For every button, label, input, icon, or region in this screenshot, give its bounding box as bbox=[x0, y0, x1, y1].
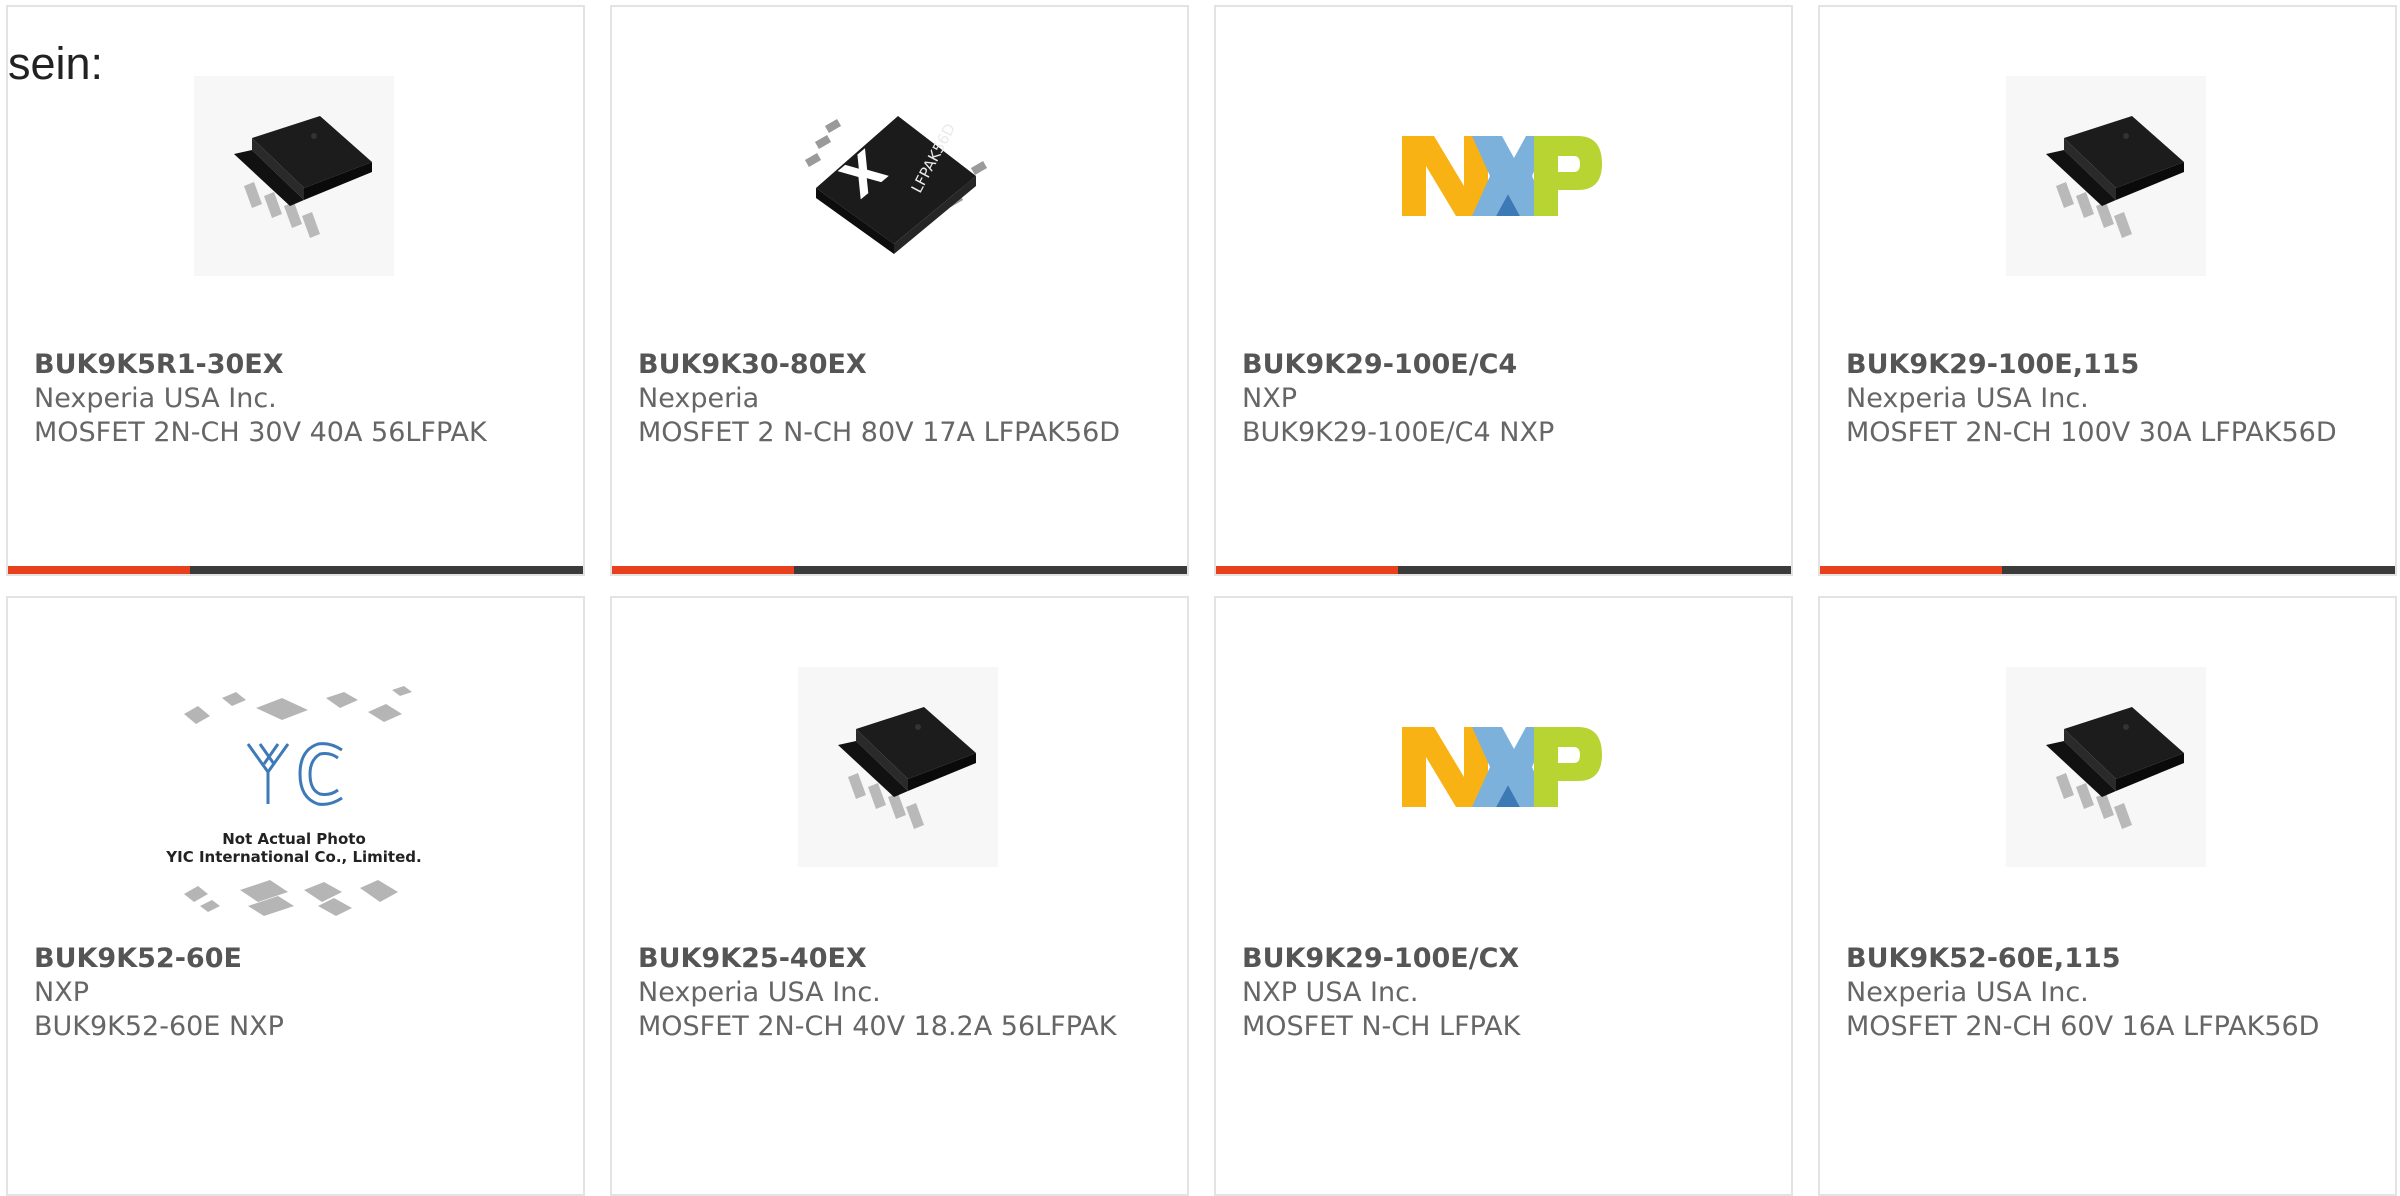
manufacturer: Nexperia USA Inc. bbox=[34, 383, 277, 414]
product-info: BUK9K30-80EX Nexperia MOSFET 2 N-CH 80V … bbox=[638, 348, 1167, 450]
product-info: BUK9K52-60E,115 Nexperia USA Inc. MOSFET… bbox=[1846, 942, 2375, 1044]
product-image[interactable] bbox=[1402, 76, 1602, 276]
manufacturer: Nexperia bbox=[638, 383, 760, 414]
product-image[interactable]: Not Actual Photo YIC International Co., … bbox=[164, 684, 424, 924]
part-number[interactable]: BUK9K29-100E/CX bbox=[1242, 942, 1771, 976]
card-bottom-bar bbox=[1820, 566, 2395, 574]
product-grid-page: sein: BUK9K5R1-30EX Nexperia USA Inc. MO… bbox=[0, 0, 2400, 1196]
part-number[interactable]: BUK9K52-60E,115 bbox=[1846, 942, 2375, 976]
part-number[interactable]: BUK9K25-40EX bbox=[638, 942, 1167, 976]
product-info: BUK9K25-40EX Nexperia USA Inc. MOSFET 2N… bbox=[638, 942, 1167, 1044]
product-info: BUK9K52-60E NXP BUK9K52-60E NXP bbox=[34, 942, 563, 1044]
description: BUK9K52-60E NXP bbox=[34, 1011, 284, 1042]
product-image[interactable]: X LFPAK56D bbox=[798, 76, 998, 276]
part-number[interactable]: BUK9K5R1-30EX bbox=[34, 348, 563, 382]
manufacturer: Nexperia USA Inc. bbox=[1846, 383, 2089, 414]
card-bottom-bar bbox=[1216, 566, 1791, 574]
card-bottom-bar bbox=[8, 566, 583, 574]
product-card[interactable]: BUK9K29-100E,115 Nexperia USA Inc. MOSFE… bbox=[1818, 5, 2397, 576]
description: BUK9K29-100E/C4 NXP bbox=[1242, 417, 1555, 448]
product-card[interactable]: X LFPAK56D BUK9K30-80EX Nexperia MOSFET … bbox=[610, 5, 1189, 576]
description: MOSFET 2N-CH 40V 18.2A 56LFPAK bbox=[638, 1011, 1117, 1042]
description: MOSFET 2 N-CH 80V 17A LFPAK56D bbox=[638, 417, 1121, 448]
description: MOSFET 2N-CH 30V 40A 56LFPAK bbox=[34, 417, 487, 448]
product-image[interactable] bbox=[2006, 76, 2206, 276]
manufacturer: NXP bbox=[1242, 383, 1297, 414]
description: MOSFET 2N-CH 60V 16A LFPAK56D bbox=[1846, 1011, 2320, 1042]
accent-bar bbox=[612, 566, 794, 574]
accent-bar bbox=[8, 566, 190, 574]
description: MOSFET 2N-CH 100V 30A LFPAK56D bbox=[1846, 417, 2337, 448]
manufacturer: Nexperia USA Inc. bbox=[1846, 977, 2089, 1008]
description: MOSFET N-CH LFPAK bbox=[1242, 1011, 1521, 1042]
product-card[interactable]: Not Actual Photo YIC International Co., … bbox=[6, 596, 585, 1196]
part-number[interactable]: BUK9K29-100E,115 bbox=[1846, 348, 2375, 382]
accent-bar bbox=[1820, 566, 2002, 574]
manufacturer: Nexperia USA Inc. bbox=[638, 977, 881, 1008]
nxp-logo-icon bbox=[1402, 76, 1602, 276]
product-info: BUK9K29-100E/C4 NXP BUK9K29-100E/C4 NXP bbox=[1242, 348, 1771, 450]
image-caption-line2: YIC International Co., Limited. bbox=[165, 848, 421, 866]
part-number[interactable]: BUK9K30-80EX bbox=[638, 348, 1167, 382]
product-image[interactable] bbox=[2006, 667, 2206, 867]
intro-text: sein: bbox=[8, 38, 104, 89]
part-number[interactable]: BUK9K29-100E/C4 bbox=[1242, 348, 1771, 382]
accent-bar bbox=[1216, 566, 1398, 574]
product-info: BUK9K29-100E/CX NXP USA Inc. MOSFET N-CH… bbox=[1242, 942, 1771, 1044]
part-number[interactable]: BUK9K52-60E bbox=[34, 942, 563, 976]
product-info: BUK9K5R1-30EX Nexperia USA Inc. MOSFET 2… bbox=[34, 348, 563, 450]
manufacturer: NXP USA Inc. bbox=[1242, 977, 1419, 1008]
product-card[interactable]: BUK9K5R1-30EX Nexperia USA Inc. MOSFET 2… bbox=[6, 5, 585, 576]
card-bottom-bar bbox=[612, 566, 1187, 574]
product-image[interactable] bbox=[798, 667, 998, 867]
product-card[interactable]: BUK9K25-40EX Nexperia USA Inc. MOSFET 2N… bbox=[610, 596, 1189, 1196]
image-caption-line1: Not Actual Photo bbox=[222, 830, 366, 848]
product-card[interactable]: BUK9K29-100E/C4 NXP BUK9K29-100E/C4 NXP bbox=[1214, 5, 1793, 576]
product-image[interactable] bbox=[1402, 667, 1602, 867]
product-card[interactable]: BUK9K52-60E,115 Nexperia USA Inc. MOSFET… bbox=[1818, 596, 2397, 1196]
product-image[interactable] bbox=[194, 76, 394, 276]
nxp-logo-icon bbox=[1402, 667, 1602, 867]
product-card[interactable]: BUK9K29-100E/CX NXP USA Inc. MOSFET N-CH… bbox=[1214, 596, 1793, 1196]
manufacturer: NXP bbox=[34, 977, 89, 1008]
product-info: BUK9K29-100E,115 Nexperia USA Inc. MOSFE… bbox=[1846, 348, 2375, 450]
